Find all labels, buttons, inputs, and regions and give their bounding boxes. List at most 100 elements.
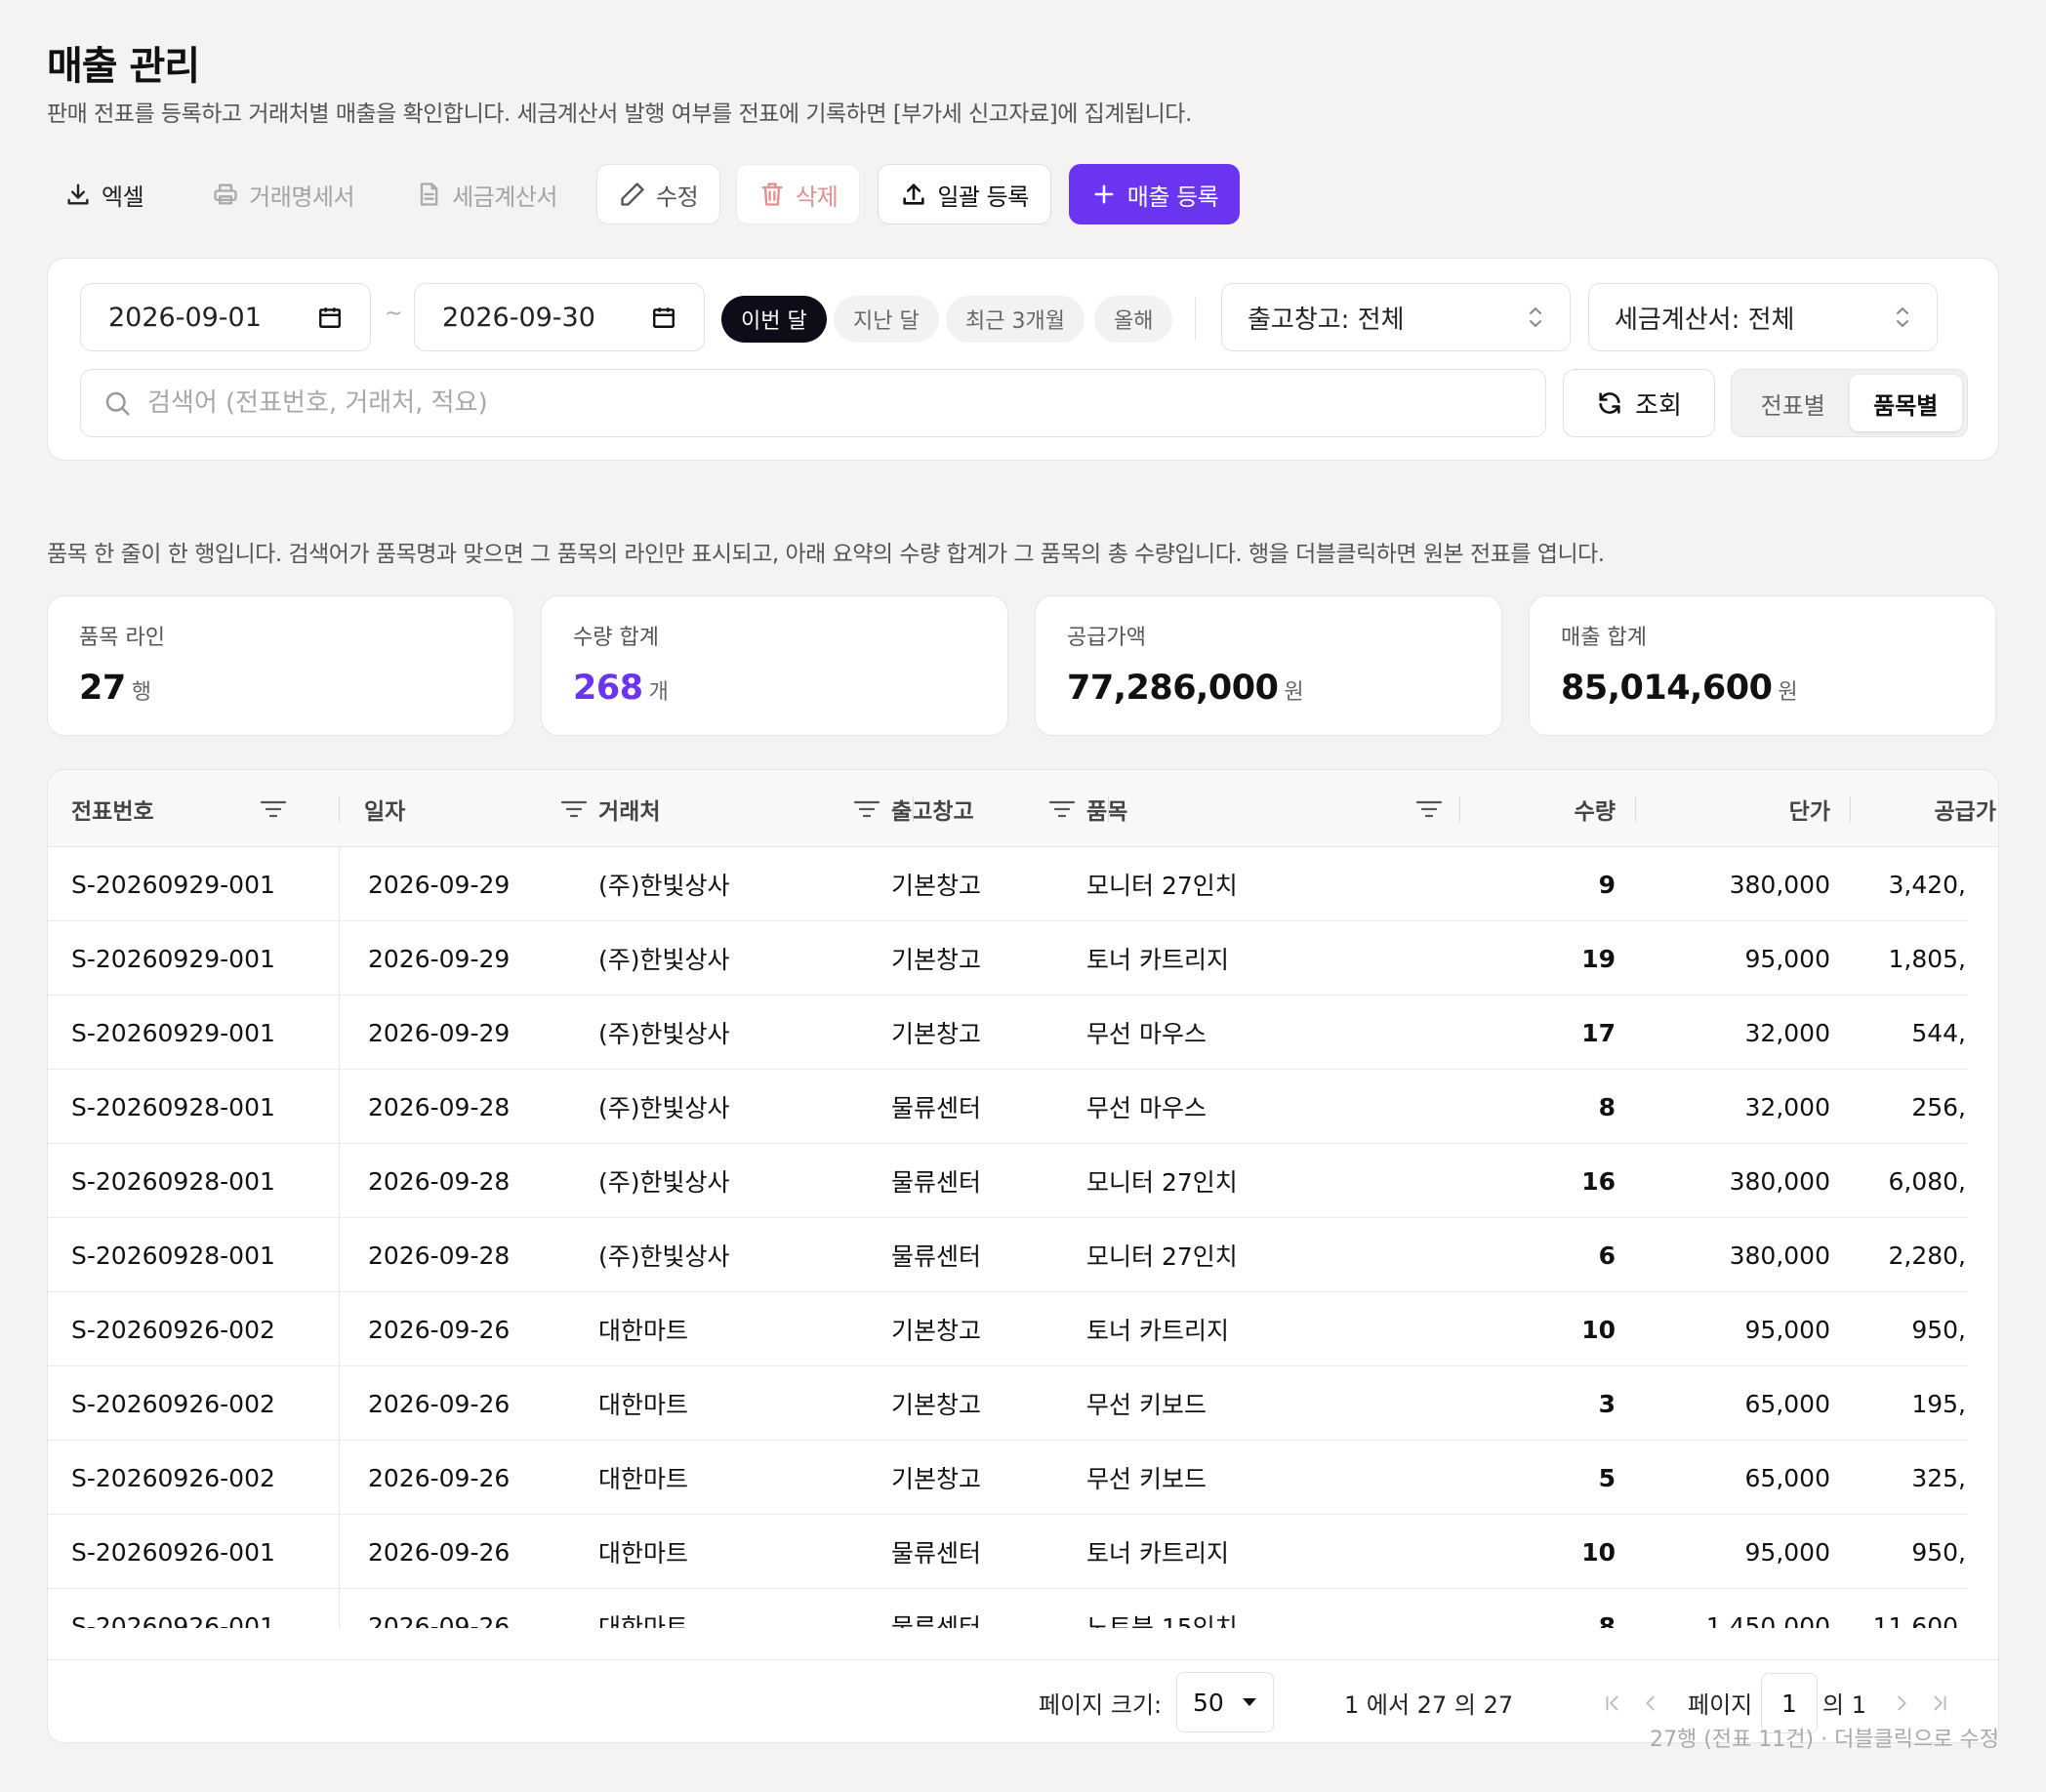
- column-header[interactable]: 수량: [1459, 770, 1616, 847]
- last-page-icon[interactable]: [1923, 1687, 1956, 1720]
- table-cell: 물류센터: [891, 1168, 982, 1197]
- table-cell: 5: [1598, 1463, 1616, 1492]
- download-icon: [67, 183, 89, 205]
- column-header[interactable]: 거래처: [598, 770, 891, 847]
- column-separator: [1850, 796, 1851, 822]
- view-by-voucher[interactable]: 전표별: [1737, 375, 1850, 431]
- date-from-input[interactable]: 2026-09-01: [80, 283, 371, 351]
- date-to-value: 2026-09-30: [442, 302, 595, 333]
- table-row[interactable]: S-20260928-001 2026-09-28 (주)한빛상사 물류센터 모니터 2…: [48, 1218, 1967, 1292]
- table-cell: 3,420,: [1888, 870, 1966, 899]
- warehouse-select[interactable]: 출고창고: 전체: [1221, 283, 1571, 351]
- table-cell: 6: [1598, 1241, 1616, 1270]
- table-row[interactable]: S-20260929-001 2026-09-29 (주)한빛상사 기본창고 모니터 2…: [48, 847, 1967, 921]
- table-cell: 8: [1598, 1611, 1616, 1629]
- column-header[interactable]: 일자: [364, 770, 598, 847]
- prev-page-icon[interactable]: [1634, 1687, 1667, 1720]
- bulk-register-button[interactable]: 일괄 등록: [878, 164, 1051, 224]
- table-cell: 950,: [1911, 1315, 1966, 1344]
- filter-icon[interactable]: [1047, 797, 1077, 821]
- table-cell: 2026-09-28: [368, 1092, 511, 1121]
- register-sale-button[interactable]: 매출 등록: [1068, 164, 1241, 224]
- table-cell: 256,: [1911, 1092, 1966, 1121]
- filter-icon[interactable]: [559, 797, 589, 821]
- table-row[interactable]: S-20260926-001 2026-09-26 대한마트 물류센터 노트북 15인치…: [48, 1589, 1967, 1629]
- filter-icon[interactable]: [259, 797, 288, 821]
- column-header-label: 전표번호: [71, 798, 154, 825]
- table-cell: 대한마트: [598, 1539, 689, 1568]
- table-cell: 2026-09-28: [368, 1241, 511, 1270]
- table-cell: 모니터 27인치: [1086, 1242, 1238, 1271]
- table-row[interactable]: S-20260926-001 2026-09-26 대한마트 물류센터 토너 카트리지 1…: [48, 1515, 1967, 1589]
- column-header[interactable]: 출고창고: [891, 770, 1086, 847]
- column-header[interactable]: 단가: [1639, 770, 1830, 847]
- table-cell: S-20260926-002: [71, 1315, 275, 1344]
- tax-invoice-select[interactable]: 세금계산서: 전체: [1588, 283, 1938, 351]
- chip-this-year[interactable]: 올해: [1094, 296, 1173, 343]
- table-cell: 물류센터: [891, 1613, 982, 1628]
- query-button[interactable]: 조회: [1563, 369, 1715, 437]
- table-cell: S-20260926-001: [71, 1611, 275, 1629]
- filter-icon[interactable]: [852, 797, 881, 821]
- tax-invoice-button[interactable]: 세금계산서: [393, 164, 579, 224]
- filter-panel: 2026-09-01 ~ 2026-09-30 이번 달 지난 달 최근 3개월…: [47, 258, 1999, 461]
- column-header[interactable]: 전표번호: [71, 770, 298, 847]
- filter-icon[interactable]: [1414, 797, 1444, 821]
- chip-last-month[interactable]: 지난 달: [834, 296, 939, 343]
- table-cell: 대한마트: [598, 1317, 689, 1345]
- table-cell: 대한마트: [598, 1391, 689, 1419]
- column-header[interactable]: 품목: [1086, 770, 1453, 847]
- chip-this-month[interactable]: 이번 달: [721, 296, 827, 343]
- table-cell: 기본창고: [891, 872, 982, 900]
- stat-value: 27: [79, 669, 126, 708]
- table-cell: 기본창고: [891, 1465, 982, 1493]
- table-body[interactable]: S-20260929-001 2026-09-29 (주)한빛상사 기본창고 모니터 2…: [48, 847, 1998, 1629]
- edit-button[interactable]: 수정: [595, 164, 721, 224]
- table-cell: 무선 키보드: [1086, 1465, 1207, 1493]
- column-header[interactable]: 공급가: [1844, 770, 1996, 847]
- table-cell: 물류센터: [891, 1094, 982, 1122]
- table-row[interactable]: S-20260926-002 2026-09-26 대한마트 기본창고 무선 키보드 5 6…: [48, 1441, 1967, 1515]
- sales-item-table: 전표번호 일자 거래처 출고창고 품목 수량 단가 공급가 S-20260929-001 202…: [47, 769, 1999, 1743]
- search-field[interactable]: [80, 369, 1546, 437]
- view-by-item[interactable]: 품목별: [1849, 375, 1962, 431]
- table-row[interactable]: S-20260928-001 2026-09-28 (주)한빛상사 물류센터 모니터 2…: [48, 1144, 1967, 1218]
- stat-card: 매출 합계 85,014,600 원: [1529, 595, 1996, 736]
- chip-last-3-months[interactable]: 최근 3개월: [946, 296, 1084, 343]
- table-cell: 65,000: [1744, 1463, 1830, 1492]
- next-page-icon[interactable]: [1885, 1687, 1918, 1720]
- stat-card: 공급가액 77,286,000 원: [1035, 595, 1502, 736]
- register-sale-label: 매출 등록: [1126, 183, 1219, 211]
- statement-label: 거래명세서: [249, 183, 355, 211]
- stat-label: 공급가액: [1067, 626, 1146, 650]
- help-text: 품목 한 줄이 한 행입니다. 검색어가 품목명과 맞으면 그 품목의 라인만 …: [47, 542, 1605, 567]
- document-icon: [420, 183, 438, 206]
- view-mode-toggle: 전표별 품목별: [1731, 369, 1968, 437]
- tax-invoice-label: 세금계산서: [452, 183, 557, 211]
- first-page-icon[interactable]: [1596, 1687, 1629, 1720]
- column-header-label: 품목: [1086, 793, 1414, 826]
- table-row[interactable]: S-20260926-002 2026-09-26 대한마트 기본창고 토너 카트리지 1…: [48, 1292, 1967, 1366]
- table-cell: S-20260926-001: [71, 1537, 275, 1567]
- table-cell: 기본창고: [891, 1020, 982, 1048]
- table-row[interactable]: S-20260926-002 2026-09-26 대한마트 기본창고 무선 키보드 3 6…: [48, 1366, 1967, 1441]
- stat-value: 268: [573, 669, 643, 708]
- table-row[interactable]: S-20260928-001 2026-09-28 (주)한빛상사 물류센터 무선 마우…: [48, 1070, 1967, 1144]
- table-row[interactable]: S-20260929-001 2026-09-29 (주)한빛상사 기본창고 무선 마우…: [48, 996, 1967, 1070]
- table-row[interactable]: S-20260929-001 2026-09-29 (주)한빛상사 기본창고 토너 카트…: [48, 921, 1967, 996]
- search-input[interactable]: [147, 388, 1514, 418]
- table-cell: 32,000: [1744, 1018, 1830, 1047]
- date-to-input[interactable]: 2026-09-30: [414, 283, 705, 351]
- stat-unit: 개: [648, 680, 669, 705]
- table-cell: (주)한빛상사: [598, 872, 730, 900]
- statement-button[interactable]: 거래명세서: [190, 164, 376, 224]
- table-cell: 95,000: [1744, 944, 1830, 973]
- delete-button[interactable]: 삭제: [736, 164, 861, 224]
- page-size-select[interactable]: 50: [1176, 1672, 1274, 1732]
- excel-button[interactable]: 엑셀: [47, 164, 165, 224]
- excel-label: 엑셀: [102, 183, 144, 211]
- table-cell: (주)한빛상사: [598, 946, 730, 974]
- calendar-icon: [319, 307, 341, 328]
- table-cell: 1,450,000: [1705, 1611, 1830, 1629]
- date-from-value: 2026-09-01: [108, 302, 262, 333]
